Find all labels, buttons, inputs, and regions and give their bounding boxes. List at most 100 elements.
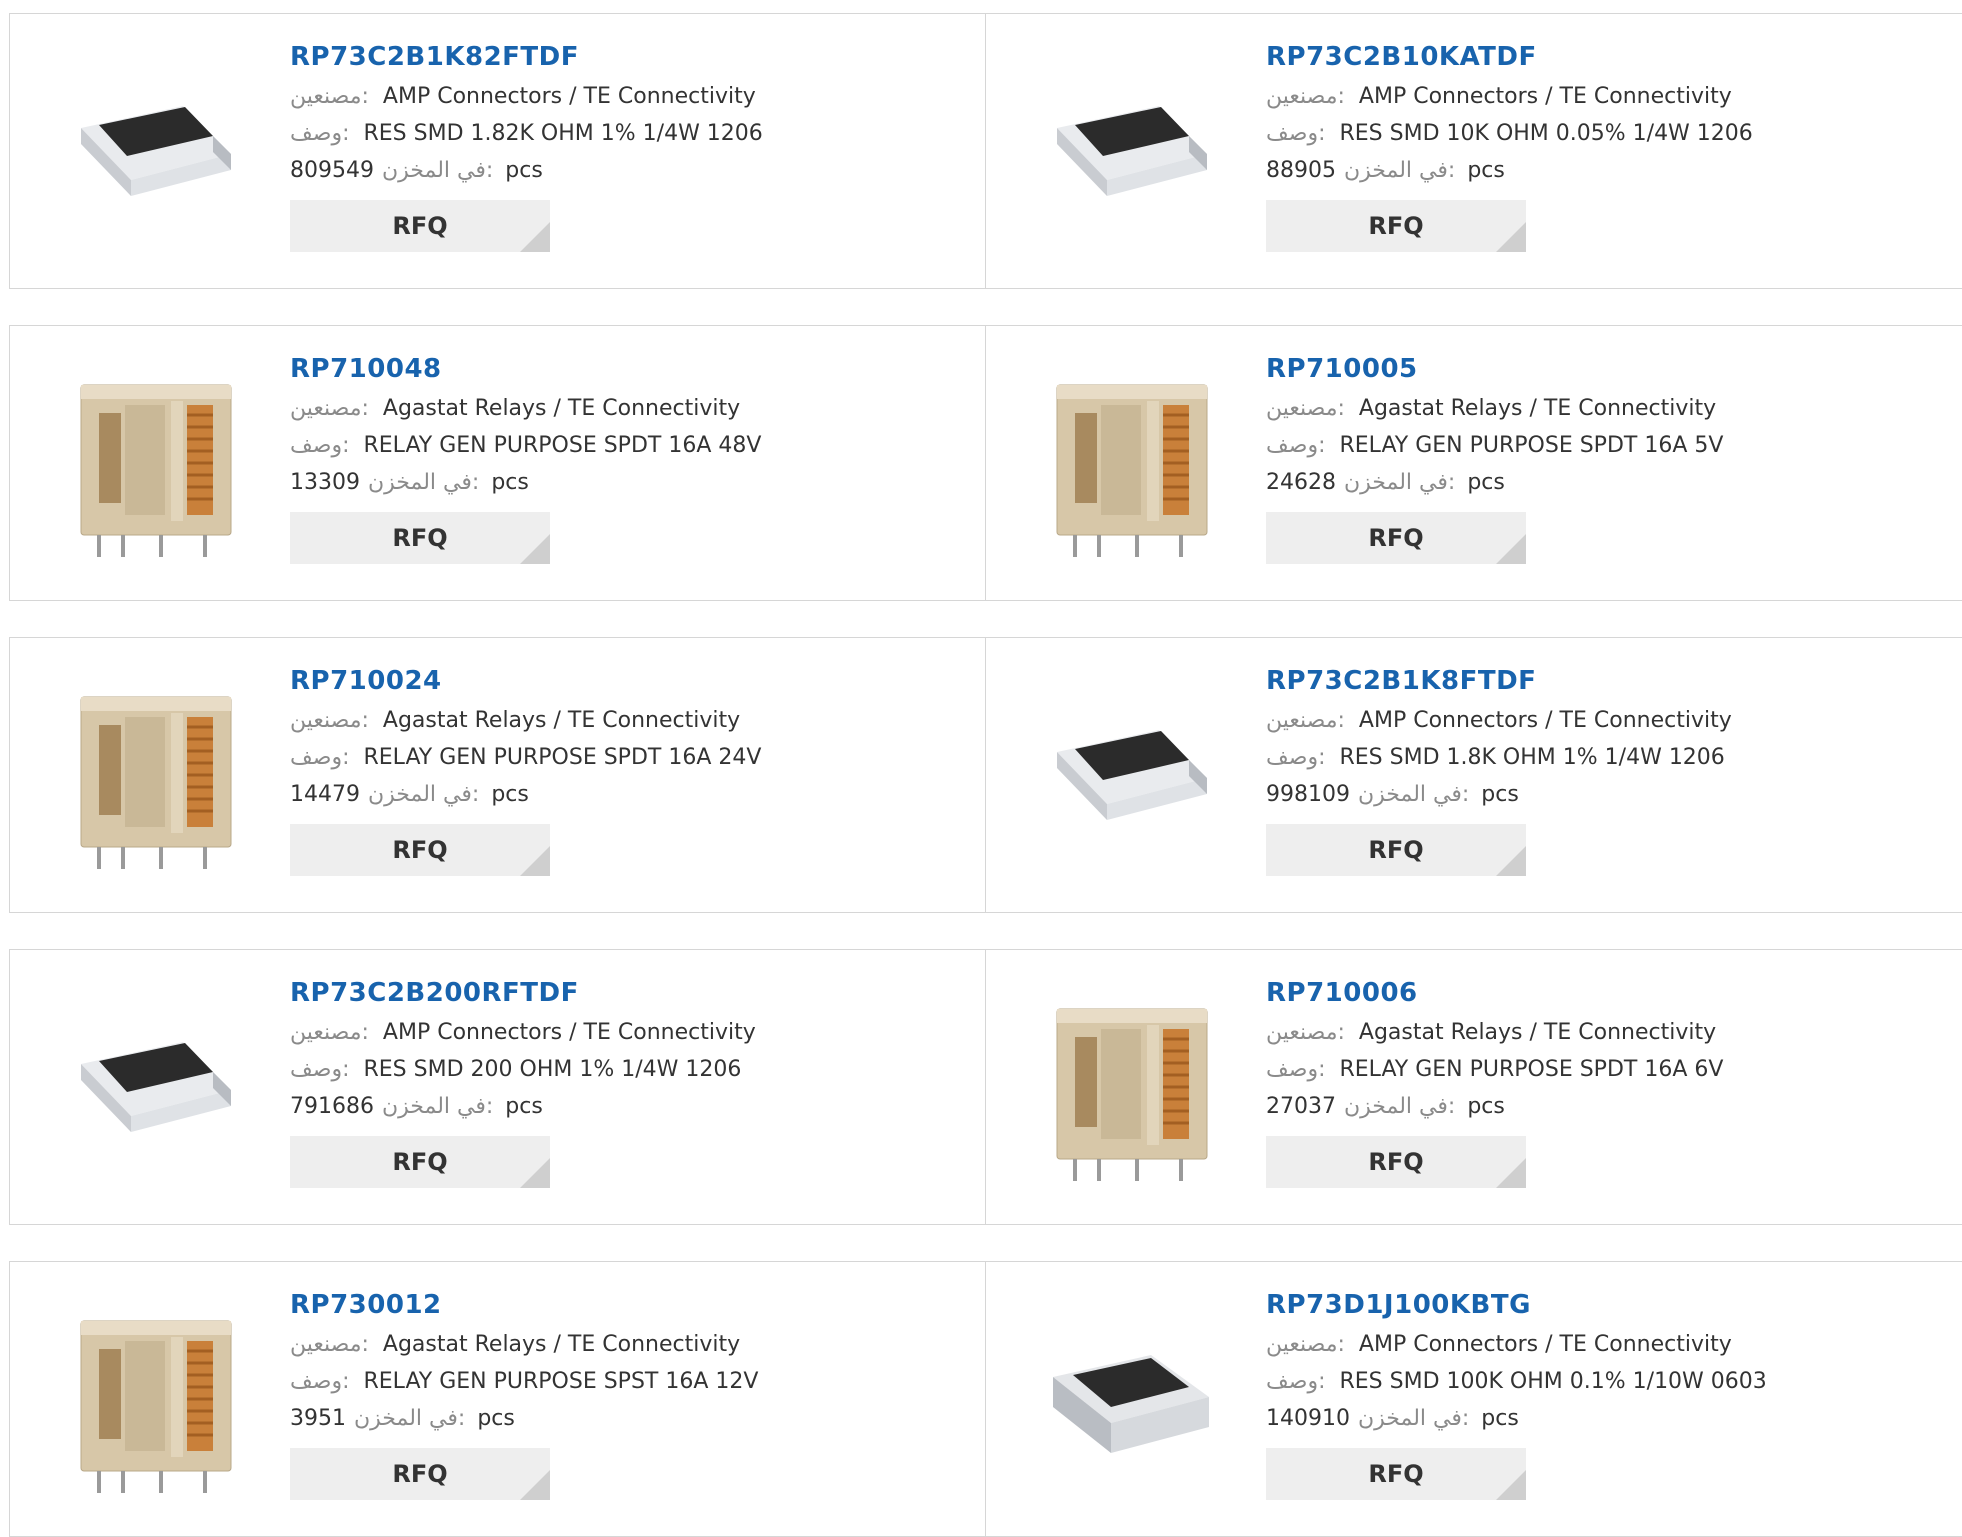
description-label: وصف: <box>1266 433 1326 458</box>
manufacturer-label: مصنعين: <box>290 1332 369 1357</box>
description-label: وصف: <box>1266 1057 1326 1082</box>
product-info: RP710006 مصنعين: Agastat Relays / TE Conn… <box>1266 978 1723 1188</box>
rfq-button[interactable]: RFQ <box>290 824 550 876</box>
stock-unit: pcs <box>1481 782 1519 807</box>
product-image[interactable] <box>1034 988 1224 1190</box>
product-image[interactable] <box>58 364 248 566</box>
description-value: RELAY GEN PURPOSE SPDT 16A 5V <box>1339 433 1724 458</box>
rfq-button[interactable]: RFQ <box>290 1448 550 1500</box>
product-card: RP710006 مصنعين: Agastat Relays / TE Conn… <box>986 950 1962 1224</box>
description-line: وصف: RES SMD 100K OHM 0.1% 1/10W 0603 <box>1266 1363 1767 1400</box>
chip-resistor-icon <box>81 1042 231 1132</box>
rfq-button[interactable]: RFQ <box>1266 200 1526 252</box>
corner-triangle-icon <box>1496 534 1526 564</box>
product-card: RP73D1J100KBTG مصنعين: AMP Connectors / T… <box>986 1262 1962 1536</box>
chip-resistor-icon <box>1057 106 1207 196</box>
part-number-link[interactable]: RP710005 <box>1266 354 1723 384</box>
chip-resistor-icon <box>1057 730 1207 820</box>
manufacturer-value: Agastat Relays / TE Connectivity <box>382 1332 741 1357</box>
manufacturer-line: مصنعين: AMP Connectors / TE Connectivity <box>1266 702 1732 739</box>
relay-icon <box>1056 384 1208 557</box>
manufacturer-value: Agastat Relays / TE Connectivity <box>382 708 741 733</box>
stock-line: 3951 في المخزن: pcs <box>290 1400 758 1437</box>
product-image[interactable] <box>58 52 248 254</box>
product-row: RP710024 مصنعين: Agastat Relays / TE Conn… <box>9 637 1962 913</box>
stock-quantity: 3951 <box>290 1406 346 1431</box>
description-line: وصف: RELAY GEN PURPOSE SPST 16A 12V <box>290 1363 758 1400</box>
corner-triangle-icon <box>520 1470 550 1500</box>
rfq-button[interactable]: RFQ <box>290 200 550 252</box>
description-label: وصف: <box>290 1369 350 1394</box>
corner-triangle-icon <box>520 534 550 564</box>
description-value: RELAY GEN PURPOSE SPDT 16A 6V <box>1339 1057 1724 1082</box>
description-line: وصف: RES SMD 200 OHM 1% 1/4W 1206 <box>290 1051 756 1088</box>
product-image[interactable] <box>58 676 248 878</box>
corner-triangle-icon <box>1496 1470 1526 1500</box>
rfq-button[interactable]: RFQ <box>290 1136 550 1188</box>
part-number-link[interactable]: RP710006 <box>1266 978 1723 1008</box>
manufacturer-line: مصنعين: AMP Connectors / TE Connectivity <box>290 1014 756 1051</box>
product-image[interactable] <box>58 1300 248 1502</box>
product-image[interactable] <box>58 988 248 1190</box>
manufacturer-line: مصنعين: AMP Connectors / TE Connectivity <box>1266 1326 1767 1363</box>
description-value: RELAY GEN PURPOSE SPST 16A 12V <box>363 1369 759 1394</box>
part-number-link[interactable]: RP73C2B200RFTDF <box>290 978 756 1008</box>
rfq-button[interactable]: RFQ <box>1266 1136 1526 1188</box>
stock-line: 791686 في المخزن: pcs <box>290 1088 756 1125</box>
stock-line: 27037 في المخزن: pcs <box>1266 1088 1723 1125</box>
rfq-label: RFQ <box>1368 1460 1424 1488</box>
part-number-link[interactable]: RP730012 <box>290 1290 758 1320</box>
rfq-label: RFQ <box>392 836 448 864</box>
part-number-link[interactable]: RP710048 <box>290 354 761 384</box>
manufacturer-label: مصنعين: <box>1266 708 1345 733</box>
manufacturer-line: مصنعين: AMP Connectors / TE Connectivity <box>1266 78 1753 115</box>
product-card: RP710024 مصنعين: Agastat Relays / TE Conn… <box>10 638 986 912</box>
stock-label: في المخزن: <box>1344 1094 1456 1119</box>
part-number-link[interactable]: RP710024 <box>290 666 761 696</box>
rfq-button[interactable]: RFQ <box>290 512 550 564</box>
description-line: وصف: RES SMD 1.8K OHM 1% 1/4W 1206 <box>1266 739 1732 776</box>
manufacturer-value: AMP Connectors / TE Connectivity <box>1358 1332 1732 1357</box>
rfq-button[interactable]: RFQ <box>1266 824 1526 876</box>
product-row: RP710048 مصنعين: Agastat Relays / TE Conn… <box>9 325 1962 601</box>
description-line: وصف: RELAY GEN PURPOSE SPDT 16A 24V <box>290 739 761 776</box>
corner-triangle-icon <box>1496 222 1526 252</box>
stock-line: 14479 في المخزن: pcs <box>290 776 761 813</box>
chip-resistor-icon <box>81 106 231 196</box>
corner-triangle-icon <box>520 1158 550 1188</box>
manufacturer-label: مصنعين: <box>1266 396 1345 421</box>
description-label: وصف: <box>290 1057 350 1082</box>
stock-quantity: 809549 <box>290 158 374 183</box>
stock-line: 140910 في المخزن: pcs <box>1266 1400 1767 1437</box>
description-label: وصف: <box>290 121 350 146</box>
description-line: وصف: RES SMD 10K OHM 0.05% 1/4W 1206 <box>1266 115 1753 152</box>
description-label: وصف: <box>1266 121 1326 146</box>
relay-icon <box>80 384 232 557</box>
description-label: وصف: <box>1266 745 1326 770</box>
description-value: RES SMD 10K OHM 0.05% 1/4W 1206 <box>1339 121 1753 146</box>
manufacturer-line: مصنعين: Agastat Relays / TE Connectivity <box>290 1326 758 1363</box>
part-number-link[interactable]: RP73C2B10KATDF <box>1266 42 1753 72</box>
rfq-label: RFQ <box>392 1460 448 1488</box>
part-number-link[interactable]: RP73C2B1K82FTDF <box>290 42 763 72</box>
product-image[interactable] <box>1034 1300 1224 1502</box>
stock-unit: pcs <box>505 1094 543 1119</box>
product-info: RP730012 مصنعين: Agastat Relays / TE Conn… <box>290 1290 758 1500</box>
rfq-button[interactable]: RFQ <box>1266 512 1526 564</box>
product-image[interactable] <box>1034 364 1224 566</box>
product-image[interactable] <box>1034 676 1224 878</box>
corner-triangle-icon <box>1496 846 1526 876</box>
stock-unit: pcs <box>1467 158 1505 183</box>
part-number-link[interactable]: RP73D1J100KBTG <box>1266 1290 1767 1320</box>
part-number-link[interactable]: RP73C2B1K8FTDF <box>1266 666 1732 696</box>
stock-label: في المخزن: <box>1344 158 1456 183</box>
stock-label: في المخزن: <box>368 470 480 495</box>
rfq-label: RFQ <box>1368 1148 1424 1176</box>
rfq-button[interactable]: RFQ <box>1266 1448 1526 1500</box>
product-image[interactable] <box>1034 52 1224 254</box>
description-value: RES SMD 1.8K OHM 1% 1/4W 1206 <box>1339 745 1725 770</box>
manufacturer-label: مصنعين: <box>290 1020 369 1045</box>
description-label: وصف: <box>290 745 350 770</box>
stock-unit: pcs <box>491 470 529 495</box>
manufacturer-value: Agastat Relays / TE Connectivity <box>1358 396 1717 421</box>
